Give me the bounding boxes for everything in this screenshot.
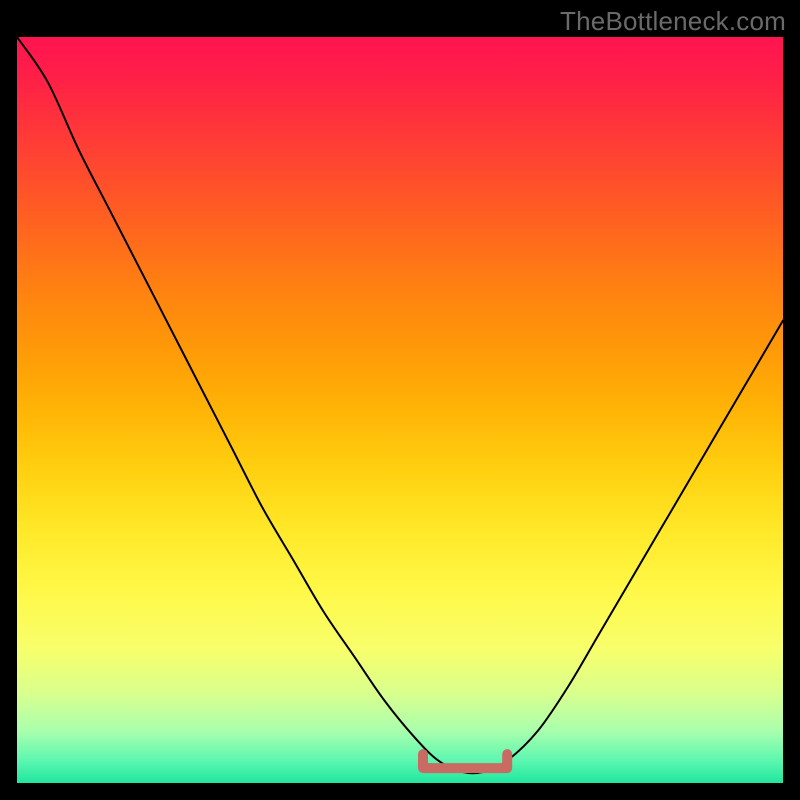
optimal-zone-marker — [423, 754, 507, 768]
plot-area — [17, 37, 783, 783]
watermark-text: TheBottleneck.com — [560, 6, 786, 37]
chart-container: TheBottleneck.com — [0, 0, 800, 800]
chart-svg — [17, 37, 783, 783]
bottleneck-curve — [17, 37, 783, 773]
